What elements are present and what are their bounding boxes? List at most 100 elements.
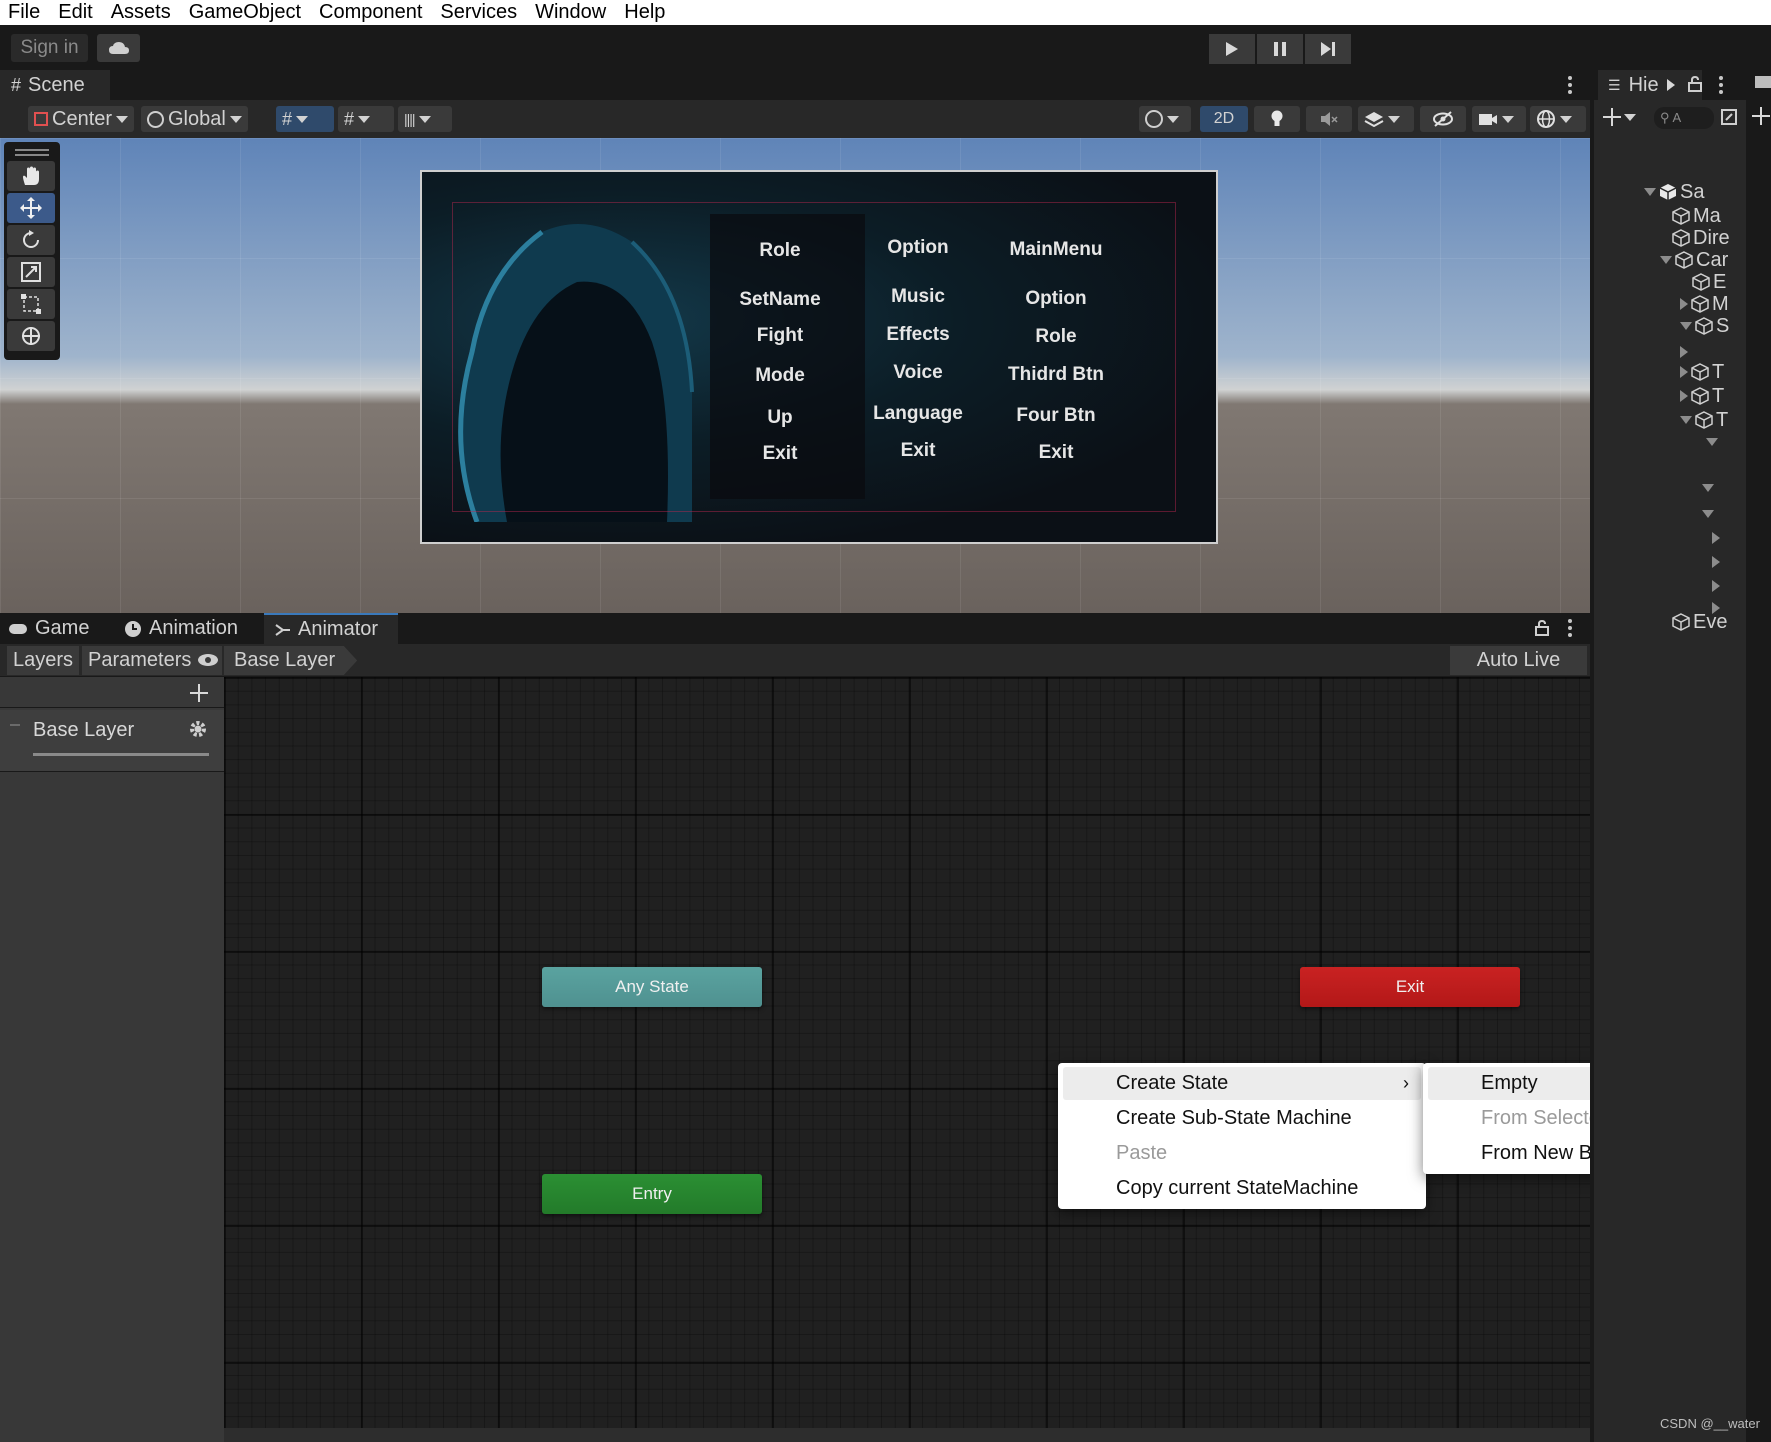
lighting-toggle[interactable]	[1254, 106, 1300, 132]
filter-icon[interactable]	[1720, 108, 1738, 126]
tab-scene[interactable]: # Scene	[0, 70, 110, 100]
hierarchy-item[interactable]: S	[1680, 314, 1729, 338]
cloud-button[interactable]	[97, 34, 140, 62]
eye-toggle[interactable]	[194, 646, 222, 675]
hierarchy-item[interactable]: T	[1680, 384, 1724, 408]
audio-toggle[interactable]	[1306, 106, 1352, 132]
menu-create-sub-state-machine[interactable]: Create Sub-State Machine	[1063, 1102, 1421, 1135]
menu-edit[interactable]: Edit	[58, 1, 92, 24]
tree-arrow-icon[interactable]	[1712, 602, 1720, 614]
move-tool[interactable]	[7, 193, 55, 223]
increment-snap[interactable]: ||||	[398, 106, 452, 132]
gameobject-cube-icon	[1691, 363, 1709, 381]
tree-arrow-icon[interactable]	[1712, 580, 1720, 592]
add-layer-icon[interactable]	[189, 683, 209, 703]
collapse-arrow-icon[interactable]	[1680, 390, 1688, 402]
exit-node[interactable]: Exit	[1300, 967, 1520, 1007]
effects-dropdown[interactable]	[1358, 106, 1414, 132]
layer-drag-handle[interactable]	[10, 724, 20, 726]
gear-icon[interactable]	[188, 719, 208, 739]
expand-arrow-icon[interactable]	[1680, 416, 1692, 424]
snap-toggle[interactable]: #	[276, 106, 334, 132]
expand-arrow-icon[interactable]	[1680, 322, 1692, 330]
hierarchy-item-label: S	[1716, 314, 1730, 337]
transform-tool[interactable]	[7, 321, 55, 351]
hand-tool[interactable]	[7, 161, 55, 191]
any-state-node[interactable]: Any State	[542, 967, 762, 1007]
hierarchy-item[interactable]: Sa	[1644, 180, 1704, 204]
animator-graph[interactable]: Any State Exit Entry	[224, 677, 1590, 1442]
add-icon[interactable]	[1602, 107, 1622, 127]
menu-assets[interactable]: Assets	[111, 1, 171, 24]
hierarchy-item-label: Car	[1696, 248, 1729, 271]
2d-toggle[interactable]: 2D	[1200, 106, 1248, 132]
menu-file[interactable]: File	[8, 1, 40, 24]
tree-arrow-icon[interactable]	[1702, 484, 1714, 492]
hierarchy-search[interactable]: ⚲ A	[1654, 107, 1714, 129]
rotate-tool[interactable]	[7, 225, 55, 255]
hidden-objects-toggle[interactable]	[1420, 106, 1466, 132]
folder-icon[interactable]	[1755, 76, 1771, 88]
menu-window[interactable]: Window	[535, 1, 606, 24]
camera-dropdown[interactable]	[1472, 106, 1526, 132]
game-button-label: MainMenu	[1009, 239, 1103, 260]
hierarchy-item[interactable]: Car	[1660, 248, 1728, 272]
hierarchy-menu-icon[interactable]	[1718, 74, 1724, 96]
animator-menu-icon[interactable]	[1567, 617, 1573, 639]
tab-animator[interactable]: Animator	[264, 613, 398, 644]
entry-node[interactable]: Entry	[542, 1174, 762, 1214]
menu-help[interactable]: Help	[624, 1, 665, 24]
tab-animation[interactable]: Animation	[124, 613, 238, 644]
menu-component[interactable]: Component	[319, 1, 422, 24]
rect-tool[interactable]	[7, 289, 55, 319]
grid-toggle[interactable]: #	[338, 106, 394, 132]
menu-services[interactable]: Services	[440, 1, 517, 24]
chevron-down-icon[interactable]	[1624, 114, 1636, 121]
hierarchy-item[interactable]: T	[1680, 360, 1724, 384]
game-button-label: SetName	[739, 289, 821, 310]
hierarchy-item[interactable]: Dire	[1672, 226, 1730, 250]
tree-arrow-icon[interactable]	[1680, 346, 1688, 358]
sign-in-button[interactable]: Sign in	[11, 34, 88, 62]
hierarchy-item[interactable]: T	[1680, 408, 1728, 432]
menu-create-state[interactable]: Create State ›	[1063, 1067, 1421, 1100]
layer-item-base[interactable]: Base Layer	[0, 710, 224, 772]
add-icon[interactable]	[1751, 106, 1771, 126]
gizmos-dropdown[interactable]	[1530, 106, 1586, 132]
collapse-arrow-icon[interactable]	[1680, 366, 1688, 378]
space-dropdown[interactable]: Global	[141, 106, 248, 132]
parameters-tab[interactable]: Parameters	[82, 646, 198, 675]
scene-menu-icon[interactable]	[1567, 74, 1573, 96]
scene-viewport[interactable]: Role SetName Fight Mode Up Exit Option Music Eff…	[0, 138, 1590, 613]
layers-tab[interactable]: Layers	[7, 646, 80, 675]
tab-animation-label: Animation	[149, 617, 238, 639]
lock-icon[interactable]	[1535, 620, 1549, 636]
hierarchy-item[interactable]: Ma	[1672, 204, 1721, 228]
tree-arrow-icon[interactable]	[1712, 532, 1720, 544]
expand-arrow-icon[interactable]	[1644, 188, 1656, 196]
tab-game[interactable]: Game	[8, 613, 89, 644]
lock-icon[interactable]	[1688, 76, 1702, 92]
menu-gameobject[interactable]: GameObject	[189, 1, 301, 24]
hierarchy-item[interactable]: E	[1692, 270, 1726, 294]
collapse-arrow-icon[interactable]	[1680, 298, 1688, 310]
pivot-dropdown[interactable]: Center	[28, 106, 135, 132]
play-button[interactable]	[1209, 34, 1255, 64]
tree-arrow-icon[interactable]	[1702, 510, 1714, 518]
palette-grip[interactable]	[7, 145, 57, 159]
draw-mode-dropdown[interactable]	[1139, 106, 1191, 132]
tree-arrow-icon[interactable]	[1706, 438, 1718, 446]
pause-button[interactable]	[1257, 34, 1303, 64]
menu-copy-state-machine[interactable]: Copy current StateMachine	[1063, 1172, 1421, 1205]
main-toolbar: Sign in	[0, 25, 1771, 70]
auto-live-link-button[interactable]: Auto Live Link	[1450, 646, 1587, 700]
breadcrumb[interactable]: Base Layer	[224, 646, 358, 675]
expand-arrow-icon[interactable]	[1660, 256, 1672, 264]
scale-tool[interactable]	[7, 257, 55, 287]
game-button-label: Music	[891, 286, 945, 307]
tab-hierarchy[interactable]: ☰ Hie	[1598, 70, 1702, 100]
tree-arrow-icon[interactable]	[1712, 556, 1720, 568]
game-button-label: Voice	[893, 362, 943, 383]
step-button[interactable]	[1305, 34, 1351, 64]
hierarchy-item[interactable]: M	[1680, 292, 1729, 316]
